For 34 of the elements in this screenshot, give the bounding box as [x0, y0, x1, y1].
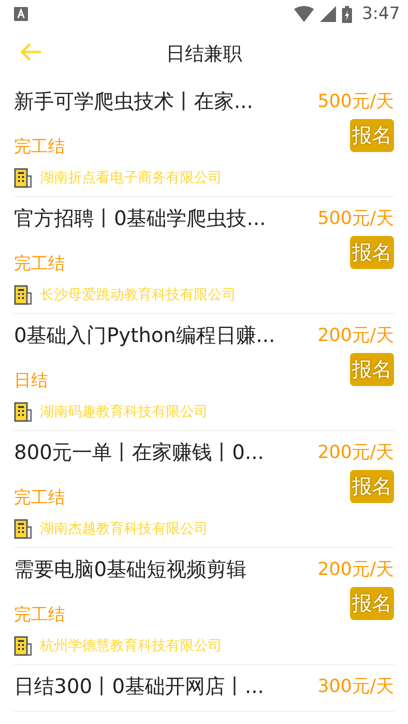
settlement-tag: 完工结	[14, 136, 65, 158]
company-name: 湖南杰越教育科技有限公司	[40, 520, 208, 538]
settlement-tag: 完工结	[14, 487, 65, 509]
job-title[interactable]: 新手可学爬虫技术丨在家...	[14, 84, 310, 118]
settlement-tag: 日结	[14, 370, 48, 392]
company-name: 杭州学德慧教育科技有限公司	[40, 637, 222, 655]
building-icon	[14, 285, 32, 305]
job-title[interactable]: 800元一单丨在家赚钱丨0...	[14, 435, 310, 469]
building-icon	[14, 636, 32, 656]
job-title[interactable]: 需要电脑0基础短视频剪辑	[14, 552, 310, 586]
back-arrow-icon	[20, 42, 42, 62]
job-salary: 200元/天	[318, 558, 394, 581]
company-name: 湖南码趣教育科技有限公司	[40, 403, 208, 421]
building-icon	[14, 402, 32, 422]
settlement-tag: 完工结	[14, 253, 65, 275]
job-title[interactable]: 日结300丨0基础开网店丨...	[14, 669, 310, 703]
job-salary: 500元/天	[318, 207, 394, 230]
page-title: 日结兼职	[166, 42, 242, 67]
company-name: 长沙母爱跳动教育科技有限公司	[40, 286, 236, 304]
building-icon	[14, 519, 32, 539]
company-name: 湖南折点看电子商务有限公司	[40, 169, 222, 187]
settlement-tag: 完工结	[14, 604, 65, 626]
battery-icon	[342, 6, 352, 22]
wifi-icon	[294, 6, 314, 22]
job-salary: 300元/天	[318, 675, 394, 698]
status-time: 3:47	[362, 4, 400, 24]
job-salary: 200元/天	[318, 324, 394, 347]
job-title[interactable]: 0基础入门Python编程日赚...	[14, 318, 310, 352]
job-salary: 500元/天	[318, 90, 394, 113]
signal-icon	[320, 6, 336, 22]
job-title[interactable]: 官方招聘丨0基础学爬虫技...	[14, 201, 310, 235]
notification-icon	[14, 7, 28, 21]
building-icon	[14, 168, 32, 188]
job-salary: 200元/天	[318, 441, 394, 464]
